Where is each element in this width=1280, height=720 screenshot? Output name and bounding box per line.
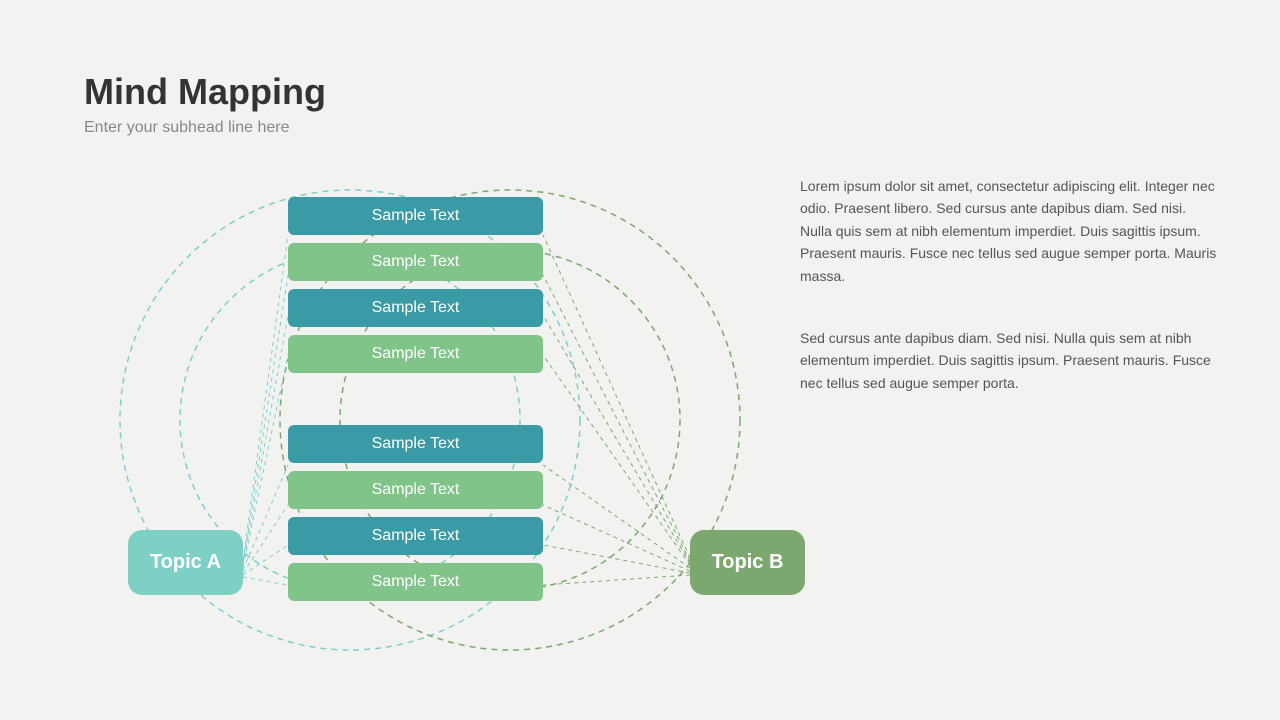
topic-b-node: Topic B [690,530,805,595]
page-title: Mind Mapping [84,70,326,113]
topic-a-node: Topic A [128,530,243,595]
top-boxes: Sample Text Sample Text Sample Text Sample … [288,197,543,373]
top-box-0: Sample Text [288,197,543,235]
text-panel: Lorem ipsum dolor sit amet, consectetur … [800,175,1220,394]
diagram-area: Topic A Topic B Sample TextSample TextSa… [60,175,800,665]
page-subtitle: Enter your subhead line here [84,119,326,137]
bottom-box-0: Sample Text [288,425,543,463]
text-block-1: Lorem ipsum dolor sit amet, consectetur … [800,175,1220,287]
top-box-2: Sample Text [288,289,543,327]
bottom-box-1: Sample Text [288,471,543,509]
bottom-box-3: Sample Text [288,563,543,601]
bottom-boxes: Sample Text Sample Text Sample Text Sample … [288,425,543,601]
bottom-box-2: Sample Text [288,517,543,555]
header: Mind Mapping Enter your subhead line her… [84,70,326,137]
top-box-3: Sample Text [288,335,543,373]
top-box-1: Sample Text [288,243,543,281]
text-block-2: Sed cursus ante dapibus diam. Sed nisi. … [800,327,1220,394]
